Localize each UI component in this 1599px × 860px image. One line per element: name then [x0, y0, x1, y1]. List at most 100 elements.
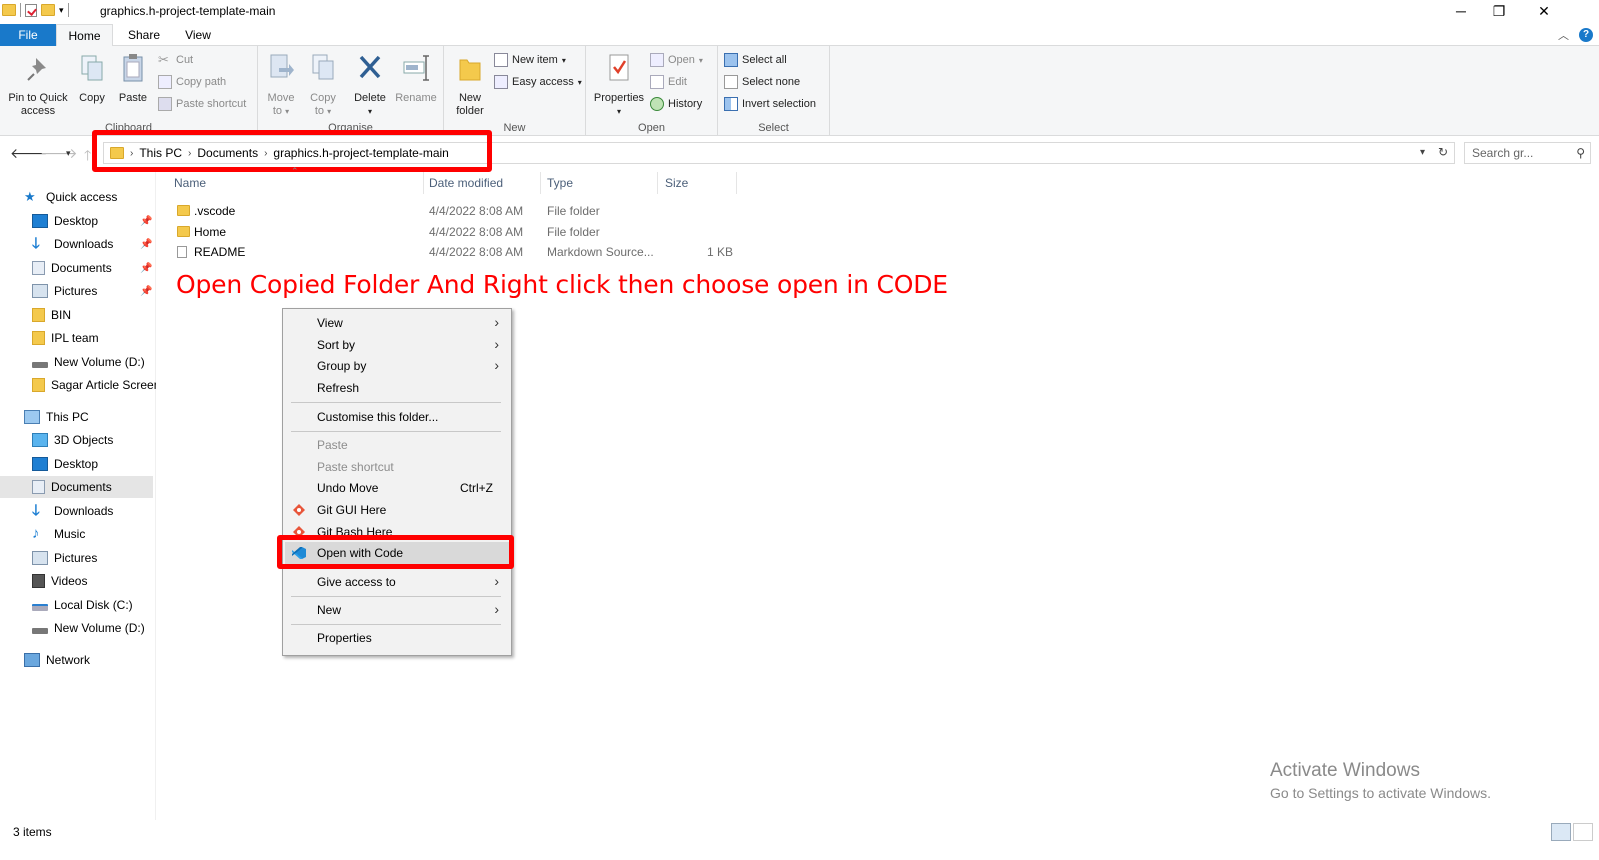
new-folder-icon[interactable]: [41, 4, 55, 16]
activate-windows-watermark: Activate Windows Go to Settings to activ…: [1270, 760, 1491, 801]
star-icon: ★: [24, 189, 36, 204]
details-view-icon[interactable]: [1551, 823, 1571, 841]
file-row[interactable]: .vscode 4/4/2022 8:08 AM File folder: [172, 201, 742, 221]
nav-item-pc-desktop[interactable]: Desktop: [32, 453, 98, 475]
tab-file[interactable]: File: [0, 24, 56, 46]
history-button[interactable]: History: [650, 97, 702, 111]
delete-button[interactable]: Delete ▾: [352, 52, 388, 118]
nav-item-pc-downloads[interactable]: 🡓 Downloads: [32, 500, 113, 522]
nav-item-3d-objects[interactable]: 3D Objects: [32, 429, 113, 451]
pin-icon[interactable]: 📌: [140, 286, 152, 297]
nav-item-network[interactable]: Network: [24, 649, 90, 671]
open-button[interactable]: Open ▾: [650, 53, 703, 67]
nav-item-music[interactable]: ♪ Music: [32, 523, 85, 545]
divider[interactable]: [736, 172, 737, 194]
menu-item-group-by[interactable]: Group by ›: [285, 355, 509, 377]
menu-item-customise-folder[interactable]: Customise this folder...: [285, 406, 509, 428]
ribbon-tabs: File Home Share View ︿ ?: [0, 24, 1599, 47]
menu-item-view[interactable]: View ›: [285, 312, 509, 334]
new-folder-button[interactable]: New folder: [452, 52, 488, 118]
nav-item-new-volume-d[interactable]: New Volume (D:): [32, 351, 145, 373]
select-none-button[interactable]: Select none: [724, 75, 800, 89]
file-row[interactable]: Home 4/4/2022 8:08 AM File folder: [172, 222, 742, 242]
pin-icon[interactable]: 📌: [140, 263, 152, 274]
search-input[interactable]: Search gr... ⚲: [1464, 142, 1591, 164]
address-dropdown-chevron-icon[interactable]: ▾: [1420, 147, 1425, 158]
divider[interactable]: [540, 172, 541, 194]
menu-item-sort-by[interactable]: Sort by ›: [285, 334, 509, 356]
column-header-date-modified[interactable]: Date modified: [429, 176, 503, 190]
column-header-name[interactable]: Name: [174, 176, 206, 190]
nav-item-downloads[interactable]: 🡓 Downloads: [32, 233, 113, 255]
large-icons-view-icon[interactable]: [1573, 823, 1593, 841]
file-row[interactable]: README 4/4/2022 8:08 AM Markdown Source.…: [172, 242, 742, 262]
window-title: graphics.h-project-template-main: [100, 4, 276, 18]
nav-item-pictures[interactable]: Pictures: [32, 280, 97, 302]
pin-icon[interactable]: 📌: [140, 239, 152, 250]
easy-access-icon: [494, 75, 508, 89]
paste-button[interactable]: Paste: [116, 52, 150, 105]
easy-access-button[interactable]: Easy access ▾: [494, 75, 582, 89]
nav-item-ipl-team[interactable]: IPL team: [32, 327, 99, 349]
menu-item-git-gui[interactable]: Git GUI Here: [285, 499, 509, 521]
collapse-ribbon-chevron-icon[interactable]: ︿: [1558, 27, 1569, 43]
tab-home[interactable]: Home: [56, 24, 113, 47]
menu-item-undo-move[interactable]: Undo Move Ctrl+Z: [285, 477, 509, 499]
select-all-button[interactable]: Select all: [724, 53, 787, 67]
move-to-button[interactable]: Move to ▾: [264, 52, 298, 118]
customize-toolbar-chevron-icon[interactable]: ▾: [59, 5, 64, 16]
divider[interactable]: [423, 172, 424, 194]
pin-icon[interactable]: 📌: [140, 216, 152, 227]
menu-item-paste[interactable]: Paste: [285, 434, 509, 456]
nav-item-bin[interactable]: BIN: [32, 304, 71, 326]
group-label-select: Select: [758, 122, 789, 134]
nav-item-this-pc[interactable]: This PC: [24, 406, 89, 428]
documents-icon: [32, 480, 45, 494]
menu-item-refresh[interactable]: Refresh: [285, 377, 509, 399]
menu-item-new[interactable]: New ›: [285, 599, 509, 621]
paste-shortcut-button[interactable]: Paste shortcut: [158, 97, 246, 111]
nav-item-desktop[interactable]: Desktop: [32, 210, 98, 232]
edit-button[interactable]: Edit: [650, 75, 687, 89]
close-button[interactable]: ✕: [1521, 0, 1567, 22]
column-header-size[interactable]: Size: [665, 176, 688, 190]
copy-button[interactable]: Copy: [76, 52, 108, 105]
forward-arrow-icon[interactable]: 🡒: [40, 145, 78, 162]
properties-button[interactable]: Properties ▾: [592, 52, 646, 118]
nav-item-pc-pictures[interactable]: Pictures: [32, 547, 97, 569]
column-header-type[interactable]: Type: [547, 176, 573, 190]
nav-item-pc-new-volume-d[interactable]: New Volume (D:): [32, 617, 145, 639]
up-arrow-icon[interactable]: 🡑: [84, 145, 91, 169]
refresh-icon[interactable]: ↻: [1438, 145, 1448, 159]
pin-icon: [27, 58, 46, 81]
nav-item-documents[interactable]: Documents: [32, 257, 112, 279]
maximize-button[interactable]: ❐: [1476, 0, 1522, 22]
divider[interactable]: [657, 172, 658, 194]
computer-icon: [24, 410, 40, 424]
shortcut-label: Ctrl+Z: [460, 481, 493, 495]
menu-separator: [291, 402, 501, 403]
menu-item-paste-shortcut[interactable]: Paste shortcut: [285, 456, 509, 478]
tab-share[interactable]: Share: [116, 24, 172, 46]
properties-icon[interactable]: [25, 3, 37, 17]
copy-path-button[interactable]: Copy path: [158, 75, 226, 89]
invert-selection-button[interactable]: Invert selection: [724, 97, 816, 111]
nav-item-sagar-article-screen[interactable]: Sagar Article Screen: [32, 374, 156, 396]
nav-item-videos[interactable]: Videos: [32, 570, 87, 592]
nav-item-local-disk-c[interactable]: Local Disk (C:): [32, 594, 133, 616]
copy-to-button[interactable]: Copy to ▾: [306, 52, 340, 118]
new-item-button[interactable]: New item ▾: [494, 53, 566, 67]
nav-item-pc-documents[interactable]: Documents: [0, 476, 153, 498]
nav-item-quick-access[interactable]: ★ Quick access: [24, 186, 117, 208]
pin-to-quick-access-button[interactable]: Pin to Quick access: [4, 52, 72, 118]
help-icon[interactable]: ?: [1579, 28, 1593, 42]
menu-item-give-access[interactable]: Give access to ›: [285, 571, 509, 593]
rename-button[interactable]: Rename: [394, 52, 438, 105]
delete-icon: [359, 55, 381, 79]
cut-button[interactable]: ✂ Cut: [158, 53, 193, 67]
menu-item-properties[interactable]: Properties: [285, 627, 509, 649]
recent-locations-chevron-icon[interactable]: ▾: [66, 148, 71, 159]
move-to-icon: [270, 54, 294, 78]
pictures-icon: [32, 551, 48, 565]
tab-view[interactable]: View: [172, 24, 224, 46]
